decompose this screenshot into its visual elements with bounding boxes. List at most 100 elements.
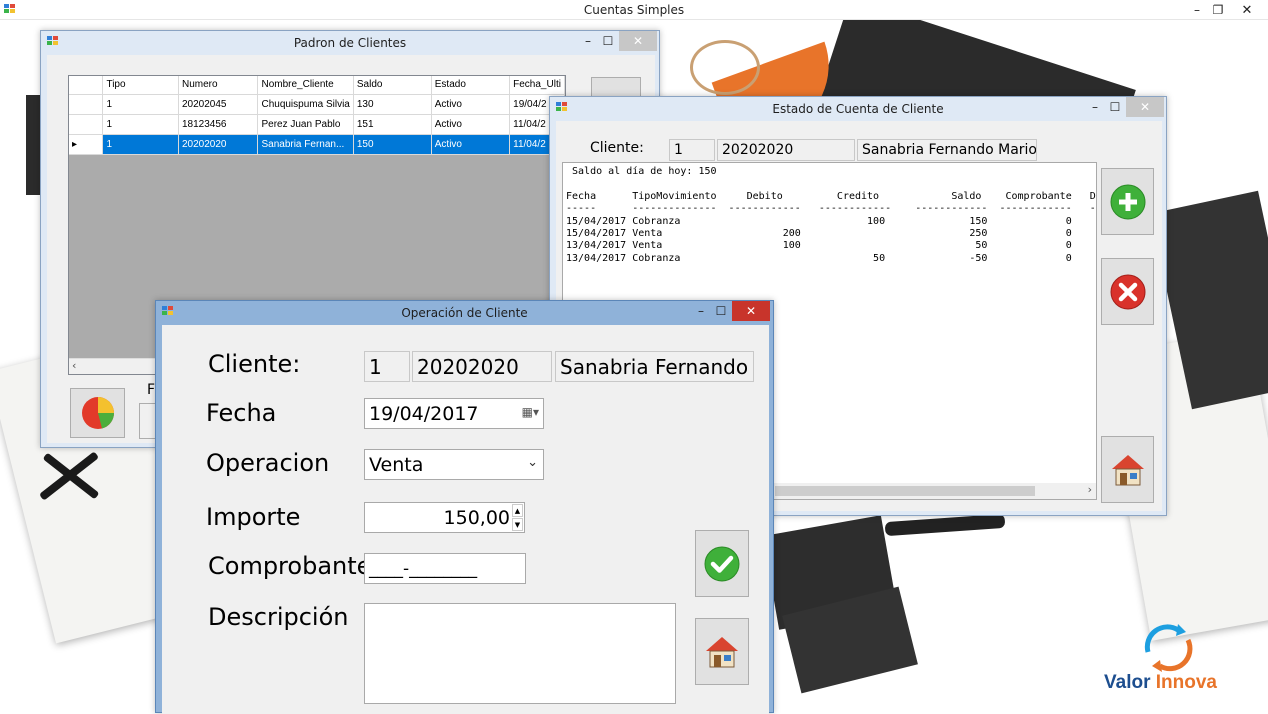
cell-saldo[interactable]: 151 bbox=[353, 114, 432, 135]
cell-estado[interactable]: Activo bbox=[431, 134, 511, 155]
operacion-home-button[interactable] bbox=[695, 618, 749, 685]
stepper-up-icon[interactable]: ▲ bbox=[512, 504, 523, 517]
cell-tipo[interactable]: 1 bbox=[102, 134, 179, 155]
delete-icon bbox=[1110, 274, 1145, 309]
pie-chart-icon bbox=[81, 397, 114, 429]
home-icon bbox=[1111, 454, 1144, 485]
estado-cliente-label: Cliente: bbox=[590, 140, 644, 156]
calendar-icon[interactable]: ▦▾ bbox=[522, 405, 539, 419]
importe-label: Importe bbox=[206, 503, 301, 531]
confirm-button[interactable] bbox=[695, 530, 749, 597]
maximize-icon[interactable]: ☐ bbox=[712, 301, 730, 321]
minimize-icon[interactable]: – bbox=[1086, 97, 1104, 117]
fecha-value: 19/04/2017 bbox=[369, 402, 479, 425]
home-icon bbox=[706, 636, 738, 667]
plus-icon bbox=[1110, 184, 1145, 219]
delete-movement-button[interactable] bbox=[1101, 258, 1154, 325]
cell-estado[interactable]: Activo bbox=[431, 114, 511, 135]
main-titlebar: Cuentas Simples – ❐ ✕ bbox=[0, 0, 1268, 20]
close-icon[interactable]: ✕ bbox=[732, 301, 770, 321]
grid-header-fecha[interactable]: Fecha_Ulti bbox=[509, 76, 565, 95]
operacion-select[interactable]: Venta ⌄ bbox=[364, 449, 544, 480]
grid-header-nombre[interactable]: Nombre_Cliente bbox=[257, 76, 354, 95]
table-row-selected[interactable]: ▸ 1 20202020 Sanabria Fernan... 150 Acti… bbox=[69, 134, 565, 155]
table-row[interactable]: 1 18123456 Perez Juan Pablo 151 Activo 1… bbox=[69, 114, 565, 135]
operacion-cliente-nombre: Sanabria Fernando M bbox=[555, 351, 754, 382]
operacion-cliente-tipo: 1 bbox=[364, 351, 410, 382]
cell-nombre[interactable]: Sanabria Fernan... bbox=[257, 134, 354, 155]
logo-arrows-icon bbox=[1144, 624, 1193, 672]
add-movement-button[interactable] bbox=[1101, 168, 1154, 235]
operacion-label: Operacion bbox=[206, 449, 330, 477]
cell-nombre[interactable]: Chuquispuma Silvia bbox=[257, 94, 354, 115]
cell-tipo[interactable]: 1 bbox=[102, 114, 179, 135]
close-icon[interactable]: ✕ bbox=[1126, 97, 1164, 117]
valor-innova-logo: Valor Innova bbox=[1100, 622, 1240, 702]
maximize-icon[interactable]: ☐ bbox=[599, 31, 617, 51]
importe-value: 150,00 bbox=[443, 506, 510, 529]
grid-header-tipo[interactable]: Tipo bbox=[102, 76, 179, 95]
minimize-icon[interactable]: – bbox=[692, 301, 710, 321]
grid-header-row: Tipo Numero Nombre_Cliente Saldo Estado … bbox=[69, 76, 565, 95]
estado-cliente-nombre: Sanabria Fernando Mario bbox=[857, 139, 1037, 161]
operacion-cliente-numero: 20202020 bbox=[412, 351, 552, 382]
check-icon bbox=[704, 546, 740, 581]
scroll-right-icon[interactable]: › bbox=[1088, 483, 1092, 496]
cell-numero[interactable]: 20202020 bbox=[178, 134, 259, 155]
background-pen bbox=[884, 513, 1006, 537]
cell-numero[interactable]: 20202045 bbox=[178, 94, 259, 115]
background-rubber-band bbox=[690, 40, 760, 95]
table-row[interactable]: 1 20202045 Chuquispuma Silvia 130 Activo… bbox=[69, 94, 565, 115]
grid-header-numero[interactable]: Numero bbox=[178, 76, 259, 95]
operacion-value: Venta bbox=[369, 453, 424, 476]
close-icon[interactable]: ✕ bbox=[1234, 0, 1260, 20]
descripcion-textarea[interactable] bbox=[364, 603, 676, 704]
window-title: Padron de Clientes bbox=[293, 36, 407, 50]
hidden-filter-label: F bbox=[147, 382, 156, 398]
scrollbar-thumb[interactable] bbox=[775, 486, 1035, 496]
app-icon bbox=[162, 306, 175, 317]
app-icon bbox=[47, 36, 60, 47]
minimize-icon[interactable]: – bbox=[1188, 0, 1206, 20]
minimize-icon[interactable]: – bbox=[579, 31, 597, 51]
stepper-down-icon[interactable]: ▼ bbox=[512, 518, 523, 531]
logo-word-innova: Innova bbox=[1155, 672, 1217, 693]
tools-icon bbox=[34, 450, 104, 501]
cell-nombre[interactable]: Perez Juan Pablo bbox=[257, 114, 354, 135]
window-title: Estado de Cuenta de Cliente bbox=[772, 102, 944, 116]
estado-titlebar: Estado de Cuenta de Cliente – ☐ ✕ bbox=[550, 97, 1166, 121]
row-marker bbox=[69, 94, 104, 115]
logo-word-valor: Valor bbox=[1104, 672, 1151, 693]
operacion-titlebar: Operación de Cliente – ☐ ✕ bbox=[156, 301, 773, 325]
grid-header-saldo[interactable]: Saldo bbox=[353, 76, 432, 95]
row-marker: ▸ bbox=[69, 134, 104, 155]
maximize-icon[interactable]: ❐ bbox=[1209, 0, 1227, 20]
cell-numero[interactable]: 18123456 bbox=[178, 114, 259, 135]
app-title: Cuentas Simples bbox=[583, 3, 685, 17]
app-icon bbox=[556, 102, 569, 113]
maximize-icon[interactable]: ☐ bbox=[1106, 97, 1124, 117]
grid-header-estado[interactable]: Estado bbox=[431, 76, 511, 95]
operacion-cliente-label: Cliente: bbox=[208, 350, 301, 378]
window-title: Operación de Cliente bbox=[401, 306, 528, 320]
chevron-down-icon[interactable]: ⌄ bbox=[527, 455, 538, 470]
estado-cliente-numero: 20202020 bbox=[717, 139, 855, 161]
descripcion-label: Descripción bbox=[208, 603, 349, 631]
comprobante-input[interactable]: ____-________ bbox=[364, 553, 526, 584]
padron-titlebar: Padron de Clientes – ☐ ✕ bbox=[41, 31, 659, 55]
fecha-datepicker[interactable]: 19/04/2017 ▦▾ bbox=[364, 398, 544, 429]
row-marker bbox=[69, 114, 104, 135]
cell-saldo[interactable]: 130 bbox=[353, 94, 432, 115]
grid-header-rowheader bbox=[69, 76, 104, 95]
comprobante-label: Comprobante bbox=[208, 552, 372, 580]
estado-home-button[interactable] bbox=[1101, 436, 1154, 503]
cell-tipo[interactable]: 1 bbox=[102, 94, 179, 115]
close-icon[interactable]: ✕ bbox=[619, 31, 657, 51]
statement-text: Saldo al día de hoy: 150 Fecha TipoMovim… bbox=[566, 166, 1097, 264]
chart-button[interactable] bbox=[70, 388, 125, 438]
scroll-left-icon[interactable]: ‹ bbox=[72, 359, 76, 372]
estado-cliente-tipo: 1 bbox=[669, 139, 715, 161]
cell-estado[interactable]: Activo bbox=[431, 94, 511, 115]
importe-stepper[interactable]: 150,00 ▲ ▼ bbox=[364, 502, 525, 533]
cell-saldo[interactable]: 150 bbox=[353, 134, 432, 155]
